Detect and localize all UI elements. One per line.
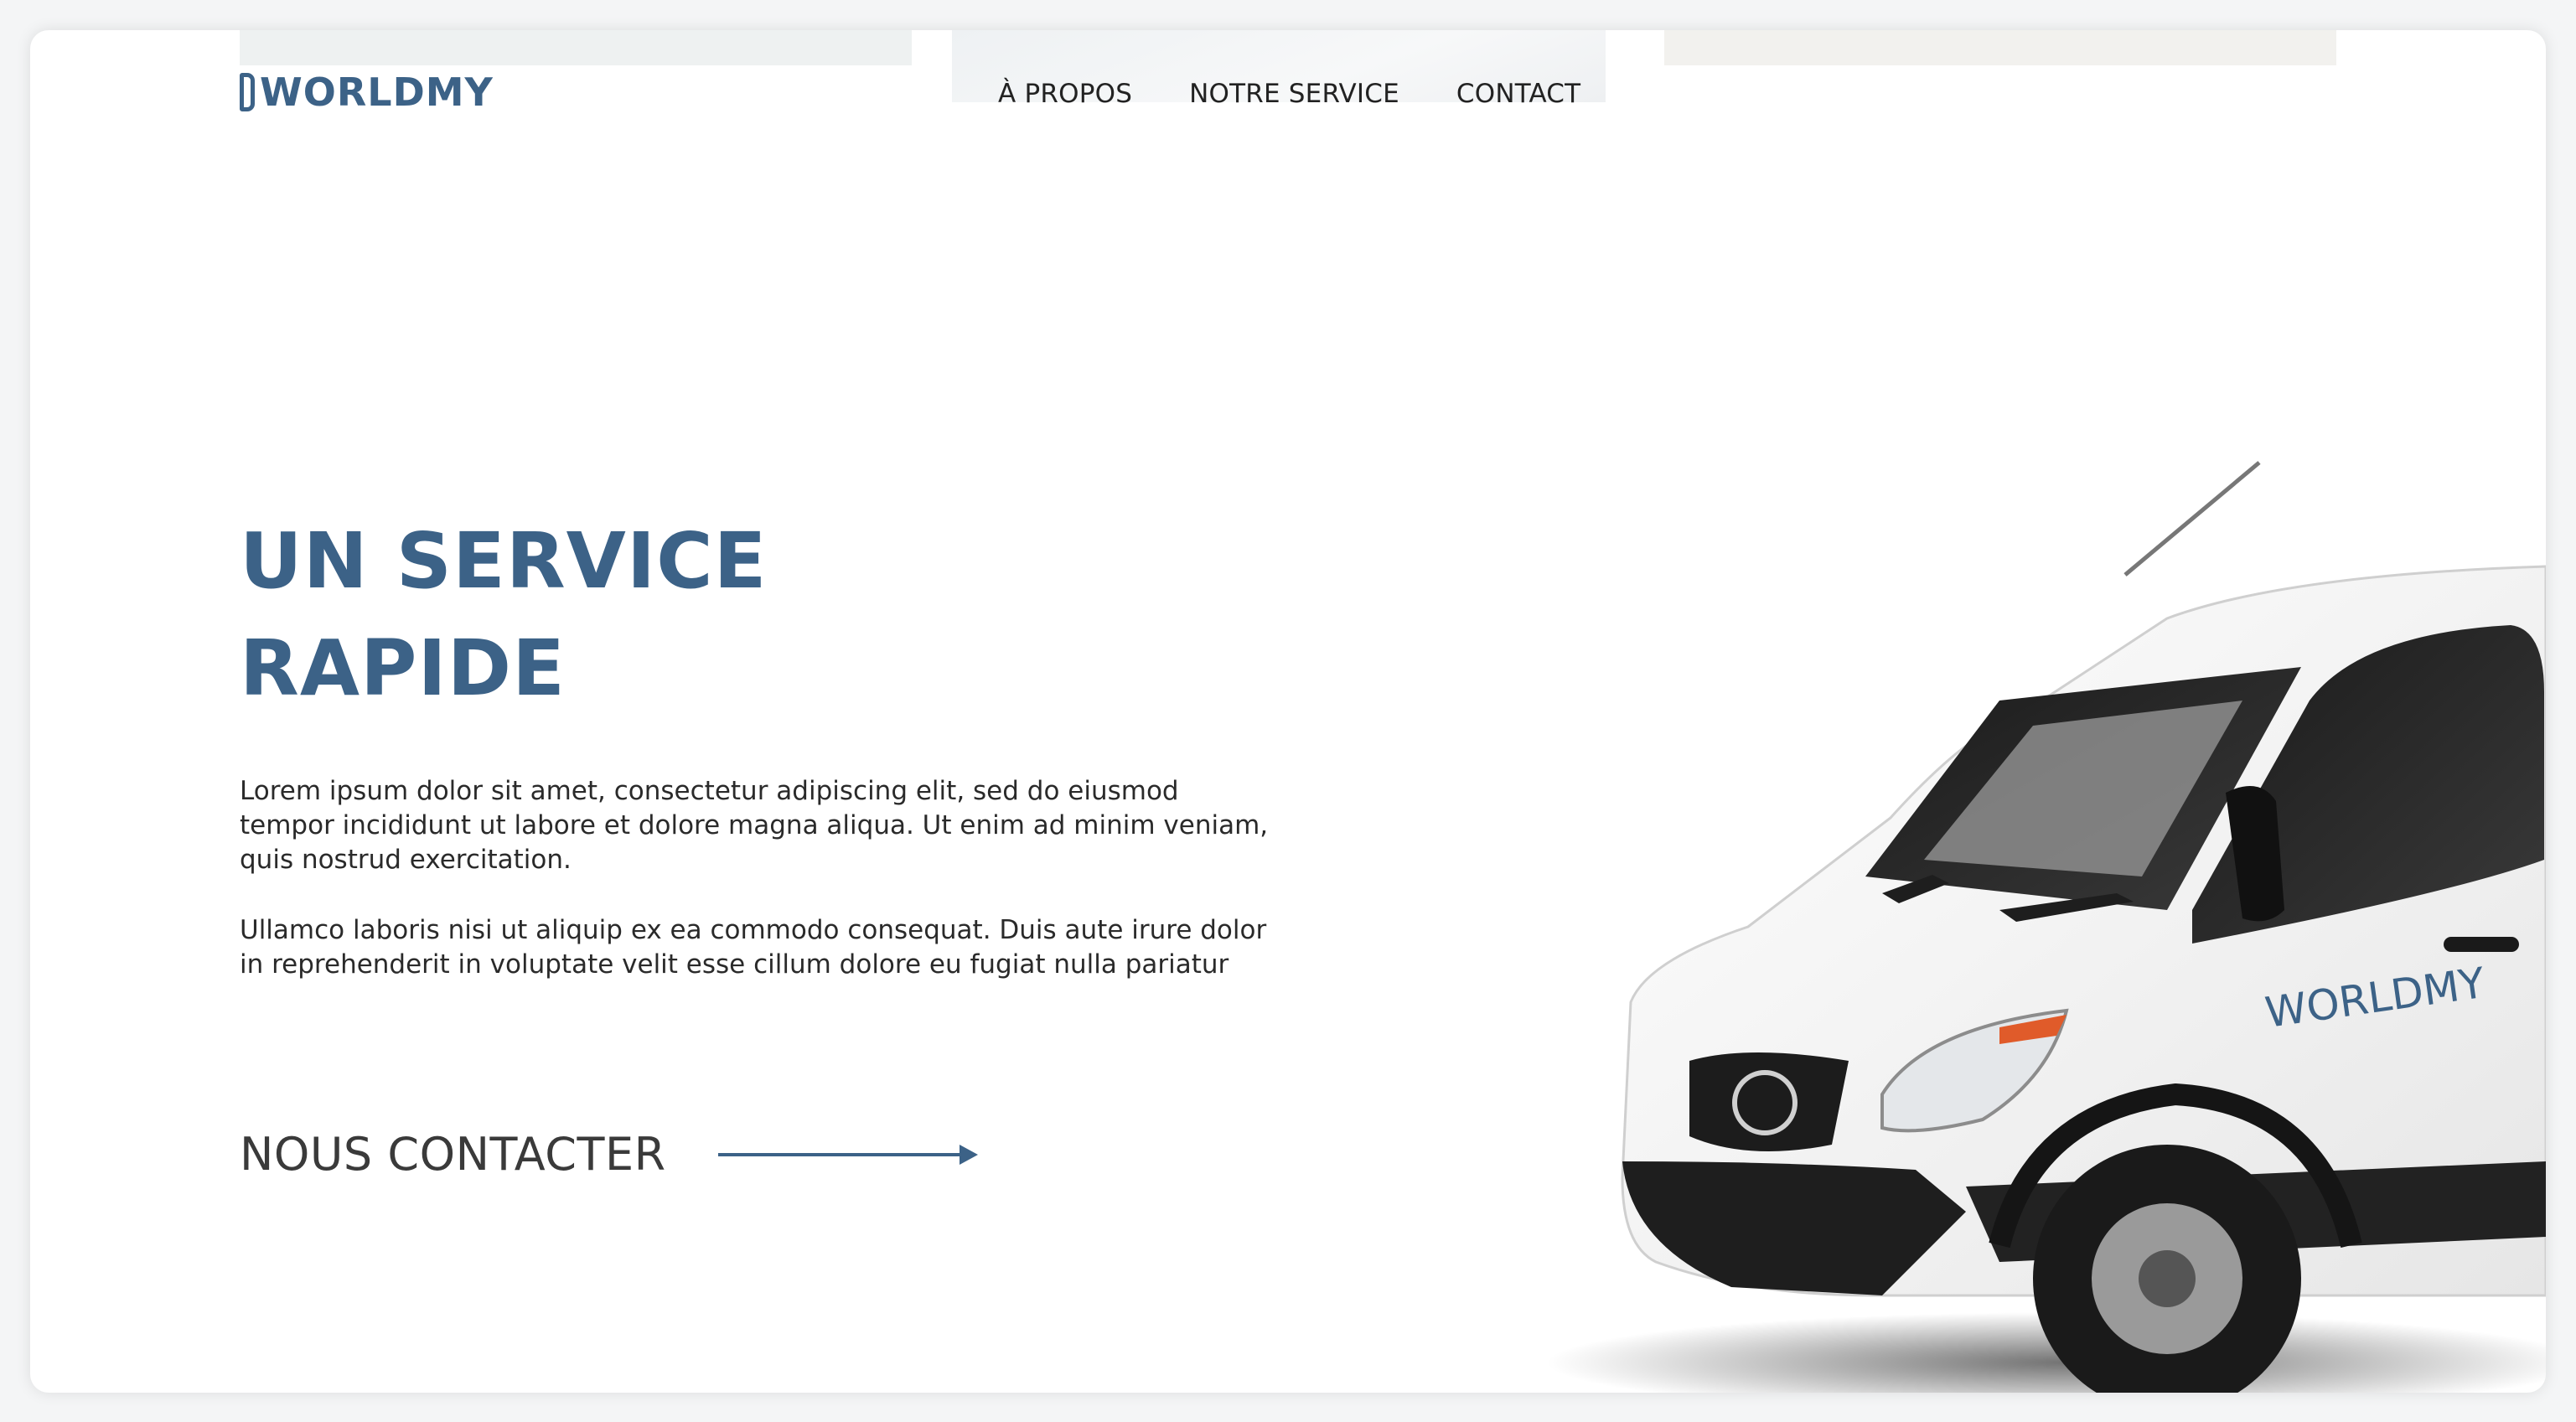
hero-paragraph-2: Ullamco laboris nisi ut aliquip ex ea co… [240, 915, 1267, 980]
nav-item-a-propos[interactable]: À PROPOS [998, 79, 1132, 109]
hero-title: UN SERVICE RAPIDE [240, 508, 767, 722]
background-panel [240, 30, 912, 65]
page-card: WORLDMY À PROPOS NOTRE SERVICE CONTACT U… [30, 30, 2546, 1393]
arrow-right-icon [717, 1144, 978, 1165]
nav-item-contact[interactable]: CONTACT [1456, 79, 1580, 109]
delivery-van-image: WORLDMY [1547, 461, 2546, 1393]
site-logo[interactable]: WORLDMY [240, 69, 494, 116]
contact-cta-label: NOUS CONTACTER [240, 1128, 666, 1181]
main-nav: À PROPOS NOTRE SERVICE CONTACT [998, 79, 1580, 109]
nav-item-notre-service[interactable]: NOTRE SERVICE [1189, 79, 1399, 109]
logo-text: WORLDMY [260, 70, 494, 115]
hero-title-line-2: RAPIDE [240, 623, 566, 713]
hero-title-line-1: UN SERVICE [240, 516, 768, 606]
logo-mark-icon [240, 73, 255, 111]
hero-paragraph-1: Lorem ipsum dolor sit amet, consectetur … [240, 776, 1269, 875]
background-panel [1664, 30, 2336, 65]
contact-cta[interactable]: NOUS CONTACTER [240, 1128, 978, 1181]
